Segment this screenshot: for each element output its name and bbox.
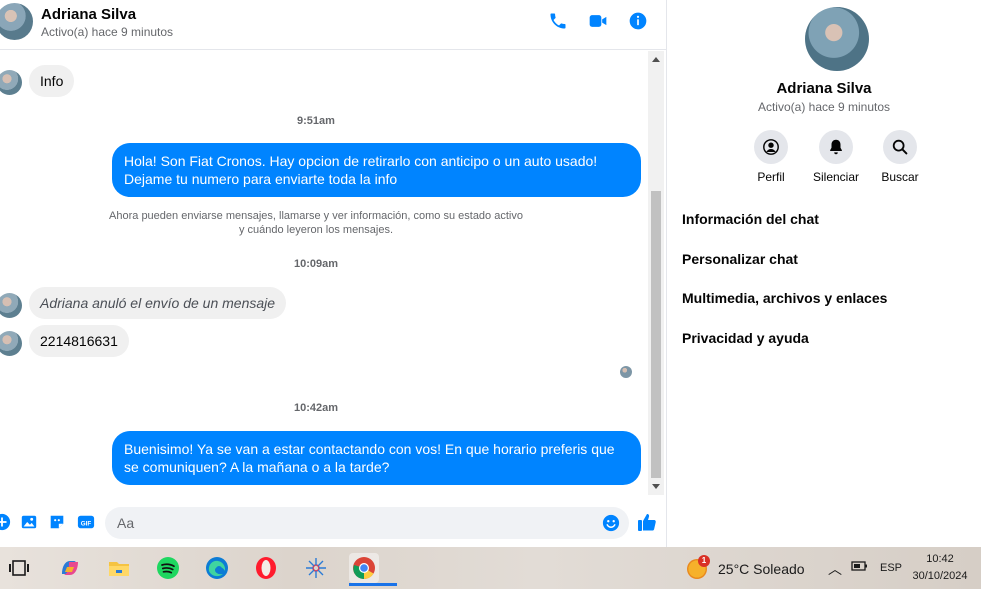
edge-app[interactable] [202, 553, 232, 583]
opera-icon [256, 557, 276, 579]
scroll-up-arrow-icon[interactable] [652, 57, 660, 62]
input-language[interactable]: ESP [880, 562, 902, 574]
menu-privacy-support[interactable]: Privacidad y ayuda [682, 330, 809, 346]
voice-call-button[interactable] [547, 10, 569, 32]
sender-avatar [0, 331, 22, 356]
chrome-app[interactable] [349, 553, 397, 586]
chat-info-button[interactable] [627, 10, 649, 32]
spotify-app[interactable] [153, 553, 183, 583]
message-input[interactable] [105, 507, 629, 539]
message-incoming[interactable]: Info [29, 65, 75, 97]
composer-bar: GIF [0, 500, 666, 546]
weather-notification-badge: 1 [698, 555, 710, 567]
gif-icon: GIF [77, 515, 95, 529]
message-list[interactable]: Info 9:51am Hola! Son Fiat Cronos. Hay o… [0, 51, 648, 495]
profile-avatar[interactable] [805, 7, 869, 71]
capcut-icon [306, 558, 326, 578]
message-incoming[interactable]: 2214816631 [29, 325, 129, 357]
video-call-button[interactable] [587, 10, 609, 32]
message-scrollbar[interactable] [648, 51, 664, 495]
sticker-icon [50, 515, 64, 529]
message-timestamp: 10:42am [293, 402, 339, 414]
emoji-button[interactable] [602, 514, 620, 532]
task-view-button[interactable] [4, 553, 34, 583]
scroll-down-arrow-icon[interactable] [652, 484, 660, 489]
phone-icon [550, 13, 566, 29]
contact-status: Activo(a) hace 9 minutos [41, 25, 174, 39]
search-icon [892, 139, 908, 155]
video-icon [589, 15, 607, 27]
network-battery-icon[interactable] [851, 559, 869, 576]
info-icon [629, 12, 647, 30]
plus-icon [0, 513, 11, 531]
chat-notice-line1: Ahora pueden enviarse mensajes, llamarse… [109, 210, 523, 222]
more-actions-button[interactable] [0, 512, 12, 532]
chat-header: Adriana Silva Activo(a) hace 9 minutos [0, 0, 666, 50]
clock-date[interactable]: 30/10/2024 [908, 570, 972, 582]
message-timestamp: 9:51am [297, 115, 335, 127]
file-explorer-app[interactable] [104, 553, 134, 583]
message-unsent[interactable]: Adriana anuló el envío de un mensaje [29, 287, 287, 319]
profile-name[interactable]: Adriana Silva [667, 80, 981, 97]
chat-notice: Ahora pueden enviarse mensajes, llamarse… [100, 209, 532, 237]
edge-icon [206, 557, 228, 579]
copilot-app[interactable] [55, 553, 85, 583]
sticker-button[interactable] [47, 512, 67, 532]
profile-action-button[interactable]: Perfil [741, 130, 801, 184]
search-action-button[interactable]: Buscar [870, 130, 930, 184]
message-timestamp: 10:09am [293, 258, 339, 270]
windows-taskbar: 1 25°C Soleado ︿ ESP 10:42 30/10/2024 [0, 547, 981, 589]
chevron-up-icon[interactable]: ︿ [828, 559, 842, 579]
gif-icon-label: GIF [81, 521, 92, 528]
weather-label[interactable]: 25°C Soleado [718, 561, 805, 577]
menu-media-files-links[interactable]: Multimedia, archivos y enlaces [682, 290, 887, 306]
mute-action-label: Silenciar [812, 170, 860, 184]
capcut-app[interactable] [301, 553, 331, 583]
attach-image-button[interactable] [19, 512, 39, 532]
conversation-details-panel: Adriana Silva Activo(a) hace 9 minutos P… [667, 0, 981, 547]
send-like-button[interactable] [637, 512, 657, 532]
scroll-thumb[interactable] [651, 191, 661, 478]
profile-status: Activo(a) hace 9 minutos [757, 100, 891, 114]
mute-action-button[interactable]: Silenciar [806, 130, 866, 184]
seen-indicator-avatar [620, 366, 632, 378]
image-icon [21, 515, 37, 529]
folder-icon [109, 562, 129, 576]
bell-icon [830, 139, 842, 155]
chat-notice-line2: y cuándo leyeron los mensajes. [238, 224, 394, 236]
chrome-icon [353, 557, 375, 579]
opera-app[interactable] [251, 553, 281, 583]
profile-icon [763, 139, 779, 155]
menu-chat-info[interactable]: Información del chat [682, 211, 819, 227]
contact-name[interactable]: Adriana Silva [41, 6, 136, 23]
copilot-icon [62, 561, 78, 575]
search-action-label: Buscar [881, 170, 919, 184]
emoji-icon [602, 514, 620, 532]
message-outgoing[interactable]: Buenisimo! Ya se van a estar contactando… [112, 431, 641, 485]
like-icon [638, 514, 656, 531]
menu-customize-chat[interactable]: Personalizar chat [682, 251, 798, 267]
spotify-icon [157, 557, 179, 579]
task-view-icon [9, 560, 29, 576]
clock-time[interactable]: 10:42 [910, 553, 970, 565]
profile-action-label: Perfil [757, 170, 785, 184]
contact-avatar[interactable] [0, 3, 33, 40]
sender-avatar [0, 70, 22, 95]
sender-avatar [0, 293, 22, 318]
message-outgoing[interactable]: Hola! Son Fiat Cronos. Hay opcion de ret… [112, 143, 641, 197]
chat-pane: Adriana Silva Activo(a) hace 9 minutos I… [0, 0, 667, 547]
gif-button[interactable]: GIF [76, 512, 96, 532]
